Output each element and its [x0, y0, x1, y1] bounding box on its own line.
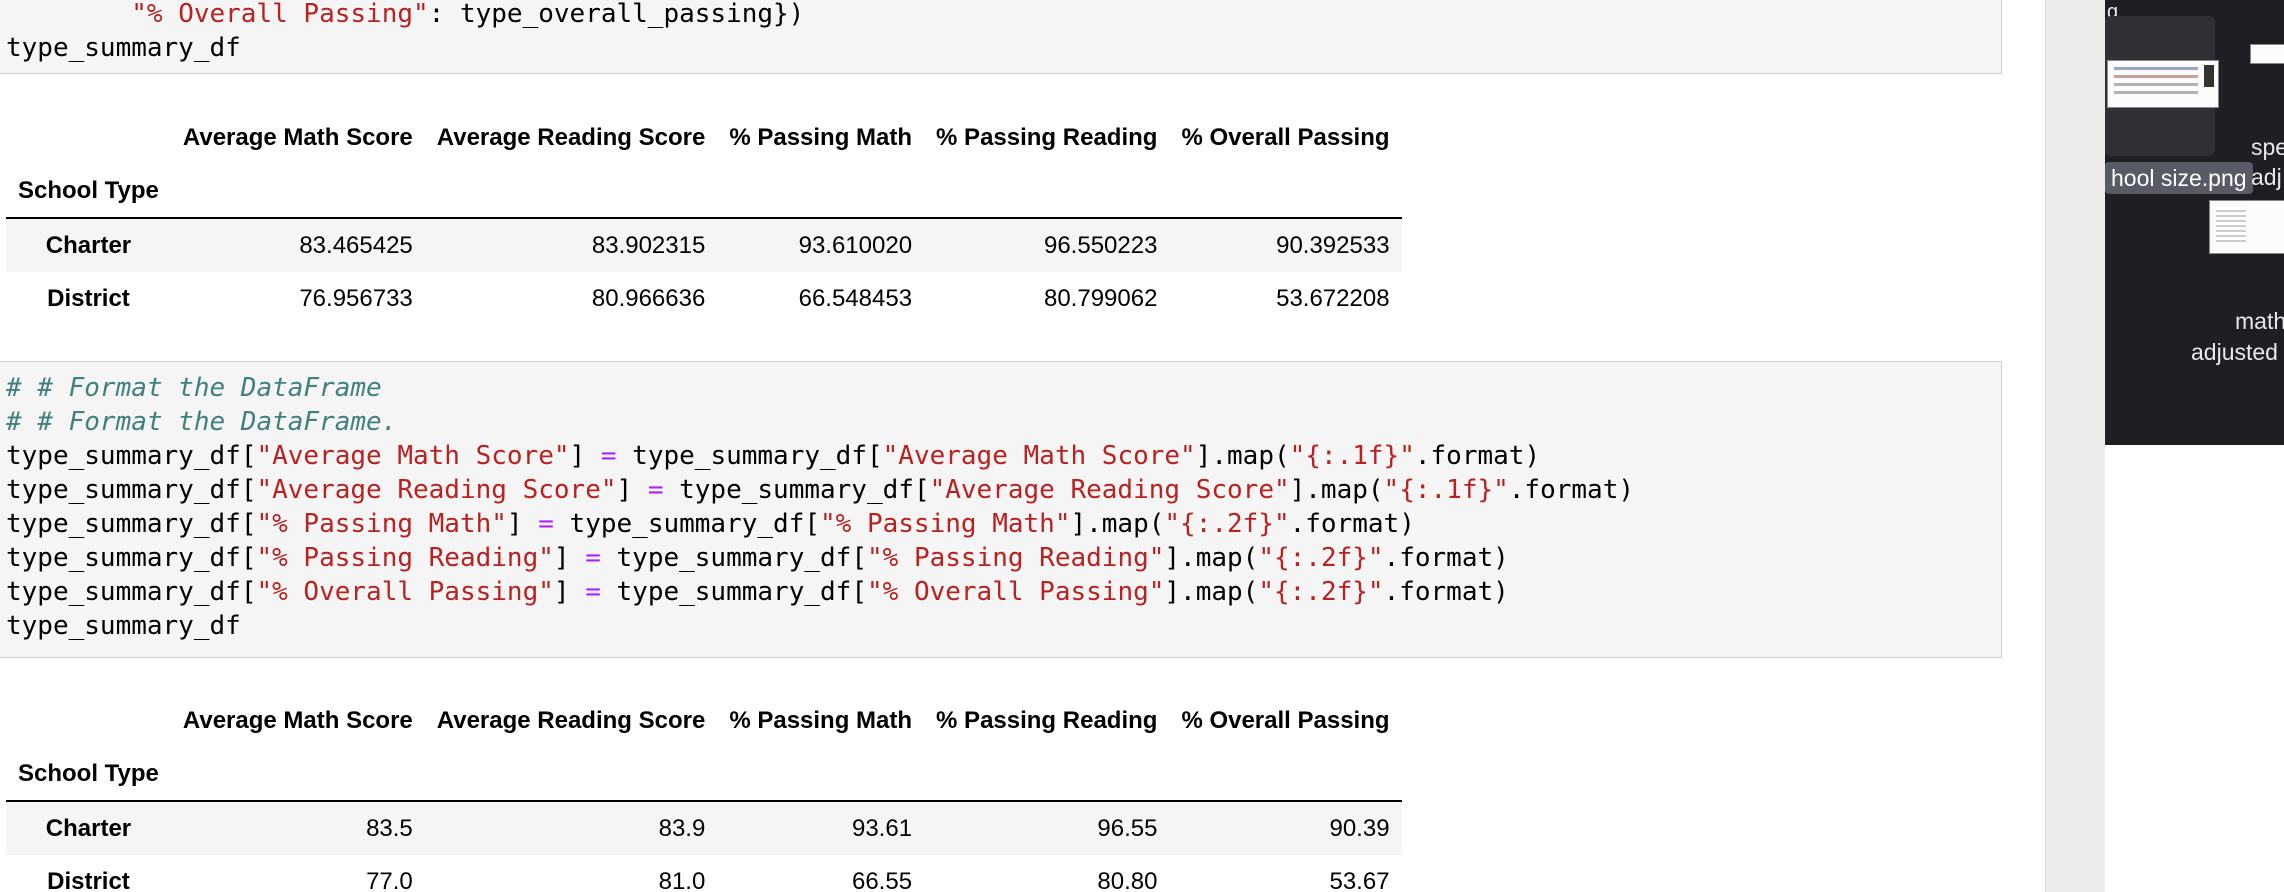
column-header: % Overall Passing — [1181, 706, 1390, 734]
file-thumbnail-icon[interactable] — [2209, 200, 2284, 254]
row-label: District — [47, 284, 130, 312]
string-token: "{:.1f}" — [1289, 441, 1415, 471]
code-text: type_summary_df — [6, 577, 241, 607]
string-token: "% Overall Passing" — [131, 0, 429, 29]
column-header: Average Reading Score — [436, 123, 706, 151]
file-name-label[interactable]: adj — [2251, 162, 2282, 192]
file-thumbnail-icon[interactable] — [2250, 44, 2284, 64]
file-item-selected[interactable] — [2105, 16, 2219, 156]
string-token: "{:.2f}" — [1258, 543, 1384, 573]
column-header: Average Reading Score — [436, 706, 706, 734]
table-cell: 83.9 — [658, 814, 706, 842]
code-text: type_summary_df — [632, 441, 867, 471]
window-gutter — [2045, 0, 2106, 892]
dataframe-output-1: Average Math Score Average Reading Score… — [6, 111, 1402, 325]
string-token: "% Passing Math" — [820, 509, 1071, 539]
file-name-label[interactable]: spe — [2251, 132, 2284, 162]
string-token: "% Overall Passing" — [256, 577, 554, 607]
table-cell: 77.0 — [366, 867, 413, 892]
table-cell: 53.672208 — [1276, 284, 1390, 312]
column-header: % Passing Math — [729, 123, 913, 151]
table-cell: 81.0 — [658, 867, 706, 892]
index-name: School Type — [18, 176, 159, 204]
code-text: type_summary_df — [616, 577, 852, 607]
string-token: "% Overall Passing" — [866, 577, 1165, 607]
string-token: "{:.2f}" — [1258, 577, 1384, 607]
code-text: type_summary_df — [6, 33, 241, 63]
code-text: type_summary_df — [6, 543, 241, 573]
code-text: type_summary_df — [616, 543, 852, 573]
string-token: "Average Math Score" — [882, 441, 1196, 471]
table-cell: 96.550223 — [1043, 231, 1158, 259]
code-comment: # # Format the DataFrame — [6, 373, 382, 403]
code-text: type_summary_df — [6, 611, 241, 641]
index-name-row: School Type — [6, 747, 1402, 801]
string-token: "Average Reading Score" — [256, 475, 617, 505]
table-cell: 80.799062 — [1043, 284, 1158, 312]
table-cell: 66.548453 — [798, 284, 913, 312]
row-label: Charter — [45, 231, 132, 259]
column-header: % Overall Passing — [1181, 123, 1390, 151]
code-cell-1[interactable]: "% Overall Passing": type_overall_passin… — [0, 0, 2002, 74]
string-token: "Average Math Score" — [256, 441, 570, 471]
table-cell: 90.39 — [1329, 814, 1390, 842]
column-header: % Passing Reading — [936, 706, 1158, 734]
header-row: Average Math Score Average Reading Score… — [6, 694, 1402, 747]
table-cell: 96.55 — [1097, 814, 1158, 842]
table-cell: 76.956733 — [299, 284, 413, 312]
code-text: : type_overall_passing}) — [428, 0, 805, 29]
code-text: type_summary_df — [679, 475, 914, 505]
file-thumbnail-icon — [2107, 60, 2219, 108]
string-token: "Average Reading Score" — [929, 475, 1290, 505]
file-name-label[interactable]: adjusted — [2191, 337, 2278, 367]
file-name-label[interactable]: math — [2235, 306, 2284, 336]
code-text: type_summary_df — [569, 509, 805, 539]
index-name: School Type — [18, 759, 159, 787]
string-token: "{:.2f}" — [1164, 509, 1290, 539]
code-text: type_summary_df — [6, 509, 241, 539]
table-cell: 66.55 — [851, 867, 913, 892]
index-corner — [6, 694, 171, 747]
code-text: type_summary_df — [6, 441, 241, 471]
string-token: "% Passing Reading" — [866, 543, 1165, 573]
column-header: % Passing Math — [729, 706, 913, 734]
string-token: "% Passing Math" — [256, 509, 507, 539]
table-cell: 83.465425 — [299, 231, 413, 259]
code-cell-2[interactable]: # # Format the DataFrame # # Format the … — [0, 361, 2002, 658]
column-header: % Passing Reading — [936, 123, 1158, 151]
string-token: "{:.1f}" — [1383, 475, 1509, 505]
desktop-panel: g hool size.png spe adj math adjusted — [2105, 0, 2284, 892]
row-label: Charter — [45, 814, 132, 842]
code-text: type_summary_df — [6, 475, 241, 505]
code-comment: # # Format the DataFrame. — [6, 407, 398, 437]
table-row: District 76.956733 80.966636 66.548453 8… — [6, 272, 1402, 325]
table-row: Charter 83.5 83.9 93.61 96.55 90.39 — [6, 801, 1402, 855]
code-editor-1[interactable]: "% Overall Passing": type_overall_passin… — [0, 0, 2001, 65]
column-header: Average Math Score — [182, 123, 413, 151]
table-cell: 80.80 — [1097, 867, 1158, 892]
table-cell: 80.966636 — [591, 284, 706, 312]
dataframe-output-2: Average Math Score Average Reading Score… — [6, 694, 1402, 892]
table-cell: 83.5 — [366, 814, 413, 842]
row-label: District — [47, 867, 130, 892]
table-row: District 77.0 81.0 66.55 80.80 53.67 — [6, 855, 1402, 892]
table-cell: 93.610020 — [798, 231, 913, 259]
file-browser-window: g hool size.png spe adj math adjusted — [2105, 0, 2284, 445]
table-cell: 90.392533 — [1276, 231, 1390, 259]
notebook-area: "% Overall Passing": type_overall_passin… — [0, 0, 2045, 892]
file-name-label[interactable]: hool size.png — [2105, 162, 2253, 194]
index-corner — [6, 111, 171, 164]
table-cell: 93.61 — [851, 814, 913, 842]
code-editor-2[interactable]: # # Format the DataFrame # # Format the … — [0, 362, 2001, 643]
table-row: Charter 83.465425 83.902315 93.610020 96… — [6, 218, 1402, 272]
table-cell: 83.902315 — [591, 231, 706, 259]
string-token: "% Passing Reading" — [256, 543, 554, 573]
column-header: Average Math Score — [182, 706, 413, 734]
index-name-row: School Type — [6, 164, 1402, 218]
table-cell: 53.67 — [1329, 867, 1390, 892]
header-row: Average Math Score Average Reading Score… — [6, 111, 1402, 164]
